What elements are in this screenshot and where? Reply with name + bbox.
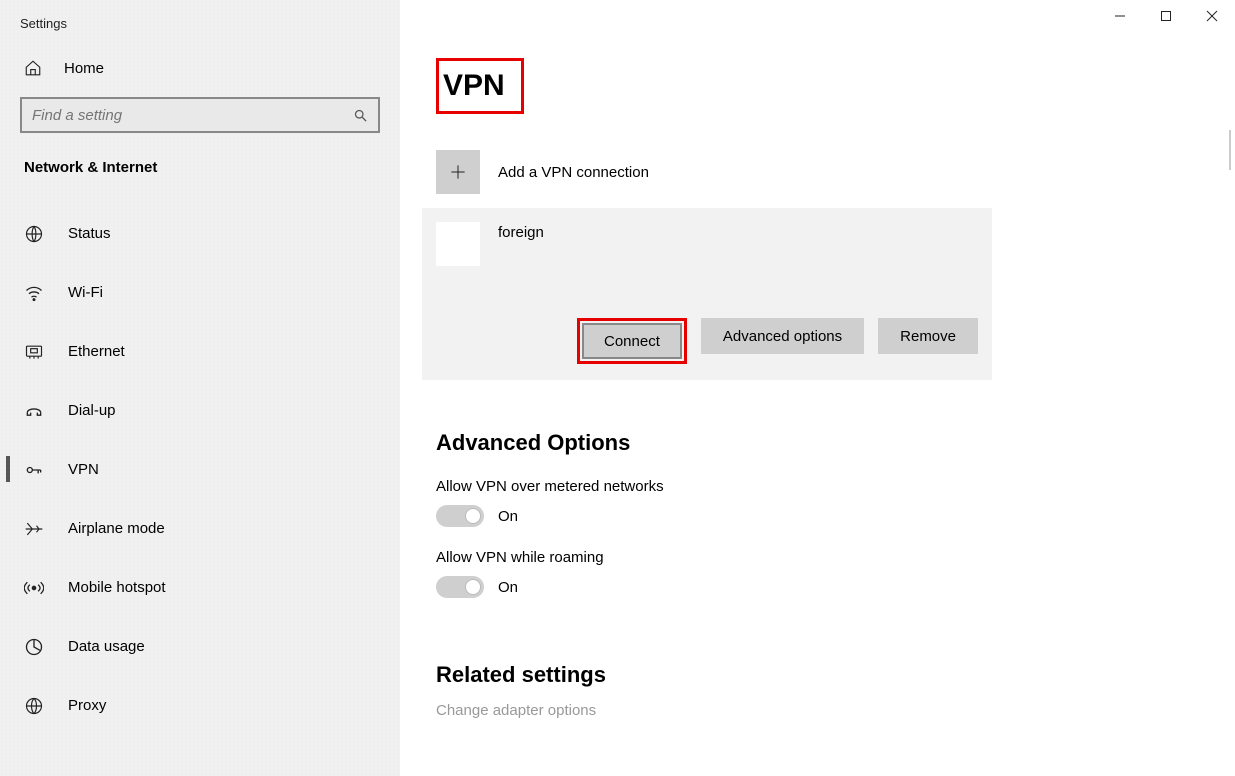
page-title: VPN bbox=[436, 58, 524, 114]
sidebar-item-dialup[interactable]: Dial-up bbox=[0, 381, 400, 440]
sidebar-item-label: Status bbox=[68, 225, 111, 242]
option-roaming: Allow VPN while roaming On bbox=[436, 549, 1235, 598]
sidebar-item-label: Mobile hotspot bbox=[68, 579, 166, 596]
dialup-icon bbox=[24, 401, 46, 421]
home-link[interactable]: Home bbox=[0, 31, 400, 77]
vpn-icon bbox=[24, 460, 46, 480]
proxy-icon bbox=[24, 696, 46, 716]
sidebar-item-airplane[interactable]: Airplane mode bbox=[0, 499, 400, 558]
close-button[interactable] bbox=[1189, 0, 1235, 32]
maximize-button[interactable] bbox=[1143, 0, 1189, 32]
change-adapter-link[interactable]: Change adapter options bbox=[436, 702, 1235, 719]
sidebar-item-label: Data usage bbox=[68, 638, 145, 655]
home-label: Home bbox=[64, 60, 104, 77]
sidebar-item-status[interactable]: Status bbox=[0, 204, 400, 263]
advanced-options-button[interactable]: Advanced options bbox=[701, 318, 864, 354]
remove-button[interactable]: Remove bbox=[878, 318, 978, 354]
plus-icon bbox=[436, 150, 480, 194]
status-icon bbox=[24, 224, 46, 244]
search-icon bbox=[353, 108, 368, 123]
vpn-connection-icon bbox=[436, 222, 480, 266]
sidebar-item-hotspot[interactable]: Mobile hotspot bbox=[0, 558, 400, 617]
ethernet-icon bbox=[24, 342, 46, 362]
related-settings-heading: Related settings bbox=[436, 662, 1235, 688]
sidebar-item-vpn[interactable]: VPN bbox=[0, 440, 400, 499]
option-metered: Allow VPN over metered networks On bbox=[436, 478, 1235, 527]
toggle-metered[interactable] bbox=[436, 505, 484, 527]
app-title: Settings bbox=[0, 0, 400, 31]
sidebar-item-ethernet[interactable]: Ethernet bbox=[0, 322, 400, 381]
search-input[interactable] bbox=[32, 107, 353, 124]
airplane-icon bbox=[24, 519, 46, 539]
option-label: Allow VPN while roaming bbox=[436, 549, 1235, 566]
search-box[interactable] bbox=[20, 97, 380, 133]
toggle-state: On bbox=[498, 579, 518, 596]
minimize-button[interactable] bbox=[1097, 0, 1143, 32]
sidebar-item-label: Ethernet bbox=[68, 343, 125, 360]
toggle-roaming[interactable] bbox=[436, 576, 484, 598]
main-content: VPN Add a VPN connection foreign Connect… bbox=[400, 0, 1235, 776]
sidebar-item-label: VPN bbox=[68, 461, 99, 478]
add-vpn-label: Add a VPN connection bbox=[498, 164, 649, 181]
window-controls bbox=[1097, 0, 1235, 32]
add-vpn-connection[interactable]: Add a VPN connection bbox=[436, 150, 1235, 194]
scrollbar-indicator[interactable] bbox=[1229, 130, 1231, 170]
sidebar-item-label: Wi-Fi bbox=[68, 284, 103, 301]
advanced-options-heading: Advanced Options bbox=[436, 430, 1235, 456]
sidebar-item-label: Dial-up bbox=[68, 402, 116, 419]
hotspot-icon bbox=[24, 578, 46, 598]
option-label: Allow VPN over metered networks bbox=[436, 478, 1235, 495]
sidebar: Settings Home Network & Internet Status bbox=[0, 0, 400, 776]
connect-button[interactable]: Connect bbox=[582, 323, 682, 359]
nav-list: Status Wi-Fi Ethernet Dial-up bbox=[0, 204, 400, 735]
vpn-connection-name: foreign bbox=[498, 224, 544, 241]
datausage-icon bbox=[24, 637, 46, 657]
highlight-annotation: Connect bbox=[577, 318, 687, 364]
vpn-connection-card[interactable]: foreign Connect Advanced options Remove bbox=[422, 208, 992, 380]
sidebar-item-label: Proxy bbox=[68, 697, 106, 714]
wifi-icon bbox=[24, 283, 46, 303]
section-title: Network & Internet bbox=[0, 133, 400, 176]
sidebar-item-datausage[interactable]: Data usage bbox=[0, 617, 400, 676]
sidebar-item-wifi[interactable]: Wi-Fi bbox=[0, 263, 400, 322]
sidebar-item-proxy[interactable]: Proxy bbox=[0, 676, 400, 735]
toggle-state: On bbox=[498, 508, 518, 525]
sidebar-item-label: Airplane mode bbox=[68, 520, 165, 537]
home-icon bbox=[24, 59, 44, 77]
